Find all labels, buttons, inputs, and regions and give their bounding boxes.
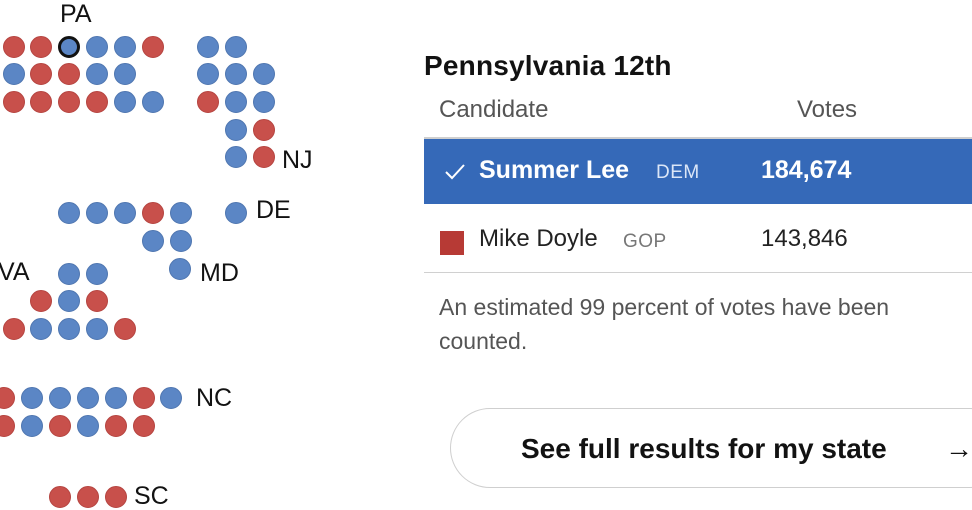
checkmark-icon xyxy=(445,164,465,180)
district-dot-gop[interactable] xyxy=(133,387,155,409)
votes-column-header: Votes xyxy=(797,96,858,123)
district-dot-dem[interactable] xyxy=(142,230,164,252)
district-dot-dem[interactable] xyxy=(225,91,247,113)
district-dot-gop[interactable] xyxy=(142,36,164,58)
district-dot-dem[interactable] xyxy=(77,387,99,409)
candidate-row: Mike Doyle GOP 143,846 xyxy=(424,206,972,273)
district-dot-dem[interactable] xyxy=(86,263,108,285)
results-panel: Pennsylvania 12th Candidate Votes Summer… xyxy=(424,0,972,510)
district-dot-dem[interactable] xyxy=(170,202,192,224)
district-title: Pennsylvania 12th xyxy=(424,50,672,81)
state-label-de: DE xyxy=(256,196,291,224)
district-dot-dem[interactable] xyxy=(114,63,136,85)
see-full-results-button[interactable]: See full results for my state → xyxy=(450,408,972,488)
district-dot-gop[interactable] xyxy=(105,415,127,437)
candidate-party: DEM xyxy=(656,162,700,183)
district-dot-gop[interactable] xyxy=(30,91,52,113)
state-label-sc: SC xyxy=(134,482,169,510)
district-dot-dem[interactable] xyxy=(170,230,192,252)
district-dot-dem[interactable] xyxy=(142,91,164,113)
district-dot-gop[interactable] xyxy=(105,486,127,508)
candidate-row-winner: Summer Lee DEM 184,674 xyxy=(424,139,972,204)
state-label-md: MD xyxy=(200,259,239,287)
votes-counted-note: An estimated 99 percent of votes have be… xyxy=(439,294,890,354)
district-dot-gop[interactable] xyxy=(49,415,71,437)
candidate-votes: 184,674 xyxy=(761,156,852,184)
district-dot-dem[interactable] xyxy=(225,146,247,168)
district-dot-gop[interactable] xyxy=(3,36,25,58)
district-dot-gop[interactable] xyxy=(86,91,108,113)
district-dot-dem[interactable] xyxy=(169,258,191,280)
district-dot-gop[interactable] xyxy=(253,146,275,168)
state-label-va: VA xyxy=(0,258,30,286)
district-dot-dem[interactable] xyxy=(58,202,80,224)
district-dot-gop[interactable] xyxy=(30,63,52,85)
candidate-party: GOP xyxy=(623,231,667,252)
district-dot-dem[interactable] xyxy=(49,387,71,409)
district-dot-gop[interactable] xyxy=(0,415,15,437)
district-dot-dem[interactable] xyxy=(105,387,127,409)
district-dot-dem[interactable] xyxy=(197,63,219,85)
candidate-name: Mike Doyle xyxy=(479,225,598,252)
district-dot-gop[interactable] xyxy=(142,202,164,224)
district-dot-dem[interactable] xyxy=(225,36,247,58)
district-dot-gop[interactable] xyxy=(77,486,99,508)
district-dot-dem[interactable] xyxy=(160,387,182,409)
district-dot-dem[interactable] xyxy=(225,202,247,224)
district-dot-dem[interactable] xyxy=(225,63,247,85)
district-dot-gop[interactable] xyxy=(0,387,15,409)
state-label-nj: NJ xyxy=(282,146,313,174)
district-dot-dem[interactable] xyxy=(225,119,247,141)
candidate-column-header: Candidate xyxy=(439,96,549,123)
district-dot-dem[interactable] xyxy=(197,36,219,58)
district-dot-map: PA NJ DE MD VA NC SC xyxy=(0,0,410,510)
district-dot-gop[interactable] xyxy=(253,119,275,141)
district-dot-gop[interactable] xyxy=(133,415,155,437)
district-dot-dem[interactable] xyxy=(86,63,108,85)
district-dot-dem[interactable] xyxy=(21,415,43,437)
district-dot-gop[interactable] xyxy=(30,290,52,312)
district-dot-dem[interactable] xyxy=(77,415,99,437)
district-dot-gop[interactable] xyxy=(3,318,25,340)
district-dot-dem[interactable] xyxy=(253,91,275,113)
district-dot-dem[interactable] xyxy=(58,290,80,312)
party-color-swatch xyxy=(440,231,464,255)
selected-district-dot[interactable] xyxy=(58,36,80,58)
district-dot-dem[interactable] xyxy=(114,91,136,113)
district-dot-dem[interactable] xyxy=(58,318,80,340)
district-dot-gop[interactable] xyxy=(49,486,71,508)
district-dot-dem[interactable] xyxy=(3,63,25,85)
district-dot-gop[interactable] xyxy=(114,318,136,340)
see-full-results-label: See full results for my state xyxy=(521,433,887,464)
district-dot-dem[interactable] xyxy=(114,36,136,58)
district-dot-gop[interactable] xyxy=(3,91,25,113)
district-dot-dem[interactable] xyxy=(86,202,108,224)
district-dot-dem[interactable] xyxy=(86,318,108,340)
district-dot-gop[interactable] xyxy=(58,91,80,113)
candidate-name: Summer Lee xyxy=(479,156,630,184)
district-dot-dem[interactable] xyxy=(30,318,52,340)
district-dot-dem[interactable] xyxy=(58,263,80,285)
district-dot-dem[interactable] xyxy=(86,36,108,58)
district-dot-gop[interactable] xyxy=(86,290,108,312)
district-dot-dem[interactable] xyxy=(114,202,136,224)
district-dot-gop[interactable] xyxy=(30,36,52,58)
candidate-votes: 143,846 xyxy=(761,225,848,252)
arrow-right-icon: → xyxy=(945,433,972,464)
state-label-pa: PA xyxy=(60,0,92,28)
district-dot-gop[interactable] xyxy=(58,63,80,85)
district-dot-gop[interactable] xyxy=(197,91,219,113)
district-dot-dem[interactable] xyxy=(253,63,275,85)
state-label-nc: NC xyxy=(196,384,233,412)
district-dot-dem[interactable] xyxy=(21,387,43,409)
